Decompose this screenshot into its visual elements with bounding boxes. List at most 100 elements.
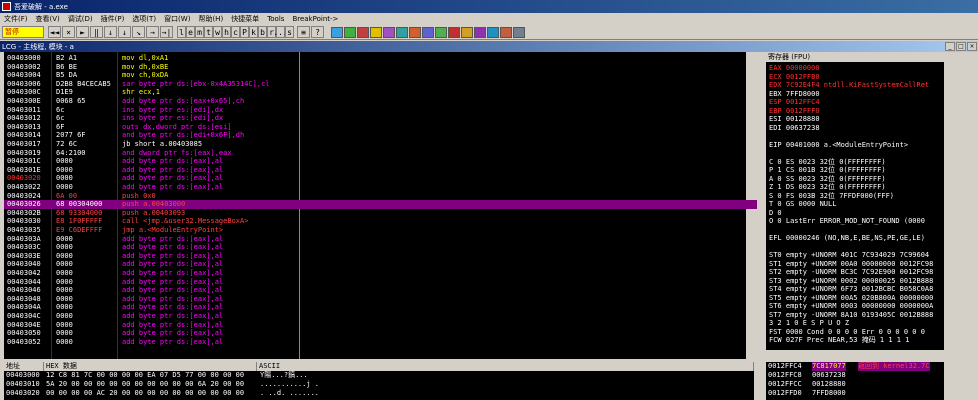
- disasm-row[interactable]: 00403020 0000 add byte ptr ds:[eax],al: [4, 174, 757, 183]
- toolbar-plugin-icon[interactable]: [487, 26, 499, 38]
- toolbar-plugin-icon[interactable]: [383, 26, 395, 38]
- disasm-row[interactable]: 0040303A 0000 add byte ptr ds:[eax],al: [4, 235, 757, 244]
- menu-item[interactable]: 文件(F): [0, 14, 32, 24]
- toolbar-plugin-icon[interactable]: [474, 26, 486, 38]
- toolbar-plugin-icon[interactable]: [448, 26, 460, 38]
- dump-col-ascii[interactable]: ASCII: [257, 362, 754, 371]
- disasm-row[interactable]: 00403052 0000 add byte ptr ds:[eax],al: [4, 338, 757, 347]
- disasm-row[interactable]: 00403026 68 00304000 push a.00403000: [4, 200, 757, 209]
- toolbar-window-button[interactable]: w: [213, 26, 222, 38]
- toolbar-plugin-icon[interactable]: [370, 26, 382, 38]
- disasm-row[interactable]: 00403012 6c ins byte ptr es:[edi],dx: [4, 114, 757, 123]
- disasm-row[interactable]: 00403022 0000 add byte ptr ds:[eax],al: [4, 183, 757, 192]
- disasm-row[interactable]: 00403046 0000 add byte ptr ds:[eax],al: [4, 286, 757, 295]
- disasm-row[interactable]: 0040302B 68 93304000 push a.00403093: [4, 209, 757, 218]
- disasm-row[interactable]: 00403013 6F outs dx,dword ptr ds:[esi]: [4, 123, 757, 132]
- dump-col-address[interactable]: 地址: [4, 362, 44, 371]
- registers-pane[interactable]: 寄存器 (FPU) EAX 00000000 ECX 0012FFB0 EDX 7C…: [766, 52, 944, 359]
- toolbar-window-button[interactable]: l: [177, 26, 186, 38]
- toolbar-window-button[interactable]: c: [231, 26, 240, 38]
- disasm-row[interactable]: 00403011 6c ins byte ptr es:[edi],dx: [4, 106, 757, 115]
- disasm-row[interactable]: 0040304C 0000 add byte ptr ds:[eax],al: [4, 312, 757, 321]
- toolbar-window-button[interactable]: h: [222, 26, 231, 38]
- disasm-row[interactable]: 0040300C D1E9 shr ecx,1: [4, 88, 757, 97]
- disasm-row[interactable]: 00403042 0000 add byte ptr ds:[eax],al: [4, 269, 757, 278]
- toolbar-window-button[interactable]: e: [186, 26, 195, 38]
- stack-row[interactable]: 0012FFC4 7C817077 返回到 kernel32.7C: [766, 362, 944, 371]
- toolbar-plugin-icon[interactable]: [396, 26, 408, 38]
- menu-item[interactable]: 帮助(H): [194, 14, 227, 24]
- menu-item[interactable]: 窗口(W): [160, 14, 194, 24]
- toolbar-nav-button[interactable]: ↓: [104, 26, 117, 38]
- toolbar-plugin-icon[interactable]: [500, 26, 512, 38]
- disasm-row[interactable]: 00403000 B2 A1 mov dl,0xA1: [4, 54, 757, 63]
- toolbar-plugin-icon[interactable]: [513, 26, 525, 38]
- toolbar-window-button[interactable]: b: [258, 26, 267, 38]
- dump-row[interactable]: 00403000 12 C8 81 7C 00 00 00 00 EA 07 D5…: [4, 371, 754, 380]
- toolbar-plugin-icon[interactable]: [357, 26, 369, 38]
- toolbar-plugin-icon[interactable]: [409, 26, 421, 38]
- disasm-row[interactable]: 0040301E 0000 add byte ptr ds:[eax],al: [4, 166, 757, 175]
- stack-row[interactable]: 0012FFCC 00128880: [766, 380, 944, 389]
- menu-item[interactable]: 查看(V): [32, 14, 64, 24]
- stack-pane[interactable]: 0012FFC4 7C817077 返回到 kernel32.7C 0012FFC8 0…: [766, 362, 944, 400]
- toolbar-nav-button[interactable]: ↓: [118, 26, 131, 38]
- disasm-row[interactable]: 0040303E 0000 add byte ptr ds:[eax],al: [4, 252, 757, 261]
- toolbar-window-button[interactable]: P: [240, 26, 249, 38]
- disasm-row[interactable]: 00403014 2077 6F and byte ptr ds:[edi+0x6F…: [4, 131, 757, 140]
- menu-item[interactable]: 选项(T): [128, 14, 160, 24]
- disasm-row[interactable]: 0040301C 0000 add byte ptr ds:[eax],al: [4, 157, 757, 166]
- toolbar-misc-button[interactable]: ?: [311, 26, 324, 38]
- disasm-row[interactable]: 0040304E 0000 add byte ptr ds:[eax],al: [4, 321, 757, 330]
- disasm-row[interactable]: 00403019 64:2100 and dword ptr fs:[eax],ea…: [4, 149, 757, 158]
- disasm-row[interactable]: 00403004 B5 DA mov ch,0xDA: [4, 71, 757, 80]
- disasm-row[interactable]: 00403006 D2B8 B4CECAB5 sar byte ptr ds:[eb…: [4, 80, 757, 89]
- dump-row[interactable]: 00403020 00 00 00 00 AC 20 00 00 00 00 00…: [4, 389, 754, 398]
- menu-item[interactable]: 插件(P): [97, 14, 129, 24]
- toolbar-plugin-icon[interactable]: [435, 26, 447, 38]
- close-icon[interactable]: ×: [967, 42, 977, 51]
- disasm-row[interactable]: 0040303C 0000 add byte ptr ds:[eax],al: [4, 243, 757, 252]
- toolbar-nav-button[interactable]: →|: [160, 26, 173, 38]
- toolbar-plugin-icon[interactable]: [344, 26, 356, 38]
- menu-item[interactable]: BreakPoint->: [288, 15, 342, 23]
- toolbar-nav-button[interactable]: ↘: [132, 26, 145, 38]
- disasm-row[interactable]: 00403030 E8 1F0FFFFF call <jmp.&user32.Mes…: [4, 217, 757, 226]
- menu-item[interactable]: Tools: [263, 15, 288, 23]
- menu-item[interactable]: 调试(D): [64, 14, 97, 24]
- disasm-row[interactable]: 00403035 E9 C6DEFFFF jmp a.<ModuleEntryPoi…: [4, 226, 757, 235]
- maximize-icon[interactable]: □: [956, 42, 966, 51]
- toolbar-plugin-icon[interactable]: [461, 26, 473, 38]
- disasm-row[interactable]: 00403024 6A 00 push 0x0: [4, 192, 757, 201]
- dump-col-hex[interactable]: HEX 数据: [44, 362, 257, 371]
- disasm-row[interactable]: 0040304A 0000 add byte ptr ds:[eax],al: [4, 303, 757, 312]
- toolbar-window-button[interactable]: ...: [273, 26, 288, 38]
- toolbar-plugin-icon[interactable]: [331, 26, 343, 38]
- stack-row[interactable]: 0012FFC8 00637238: [766, 371, 944, 380]
- toolbar-window-button[interactable]: s: [285, 26, 294, 38]
- toolbar-nav-button[interactable]: →: [146, 26, 159, 38]
- disasm-row[interactable]: 00403017 72 6C jb short a.00403085: [4, 140, 757, 149]
- disasm-row[interactable]: 00403040 0000 add byte ptr ds:[eax],al: [4, 260, 757, 269]
- toolbar-nav-button[interactable]: ×: [62, 26, 75, 38]
- disasm-row[interactable]: 00403044 0000 add byte ptr ds:[eax],al: [4, 278, 757, 287]
- toolbar-nav-button[interactable]: ◄◄: [48, 26, 61, 38]
- memory-dump-pane[interactable]: 地址 HEX 数据 ASCII 00403000 12 C8 81 7C 00 0…: [4, 362, 754, 400]
- stack-row[interactable]: 0012FFD0 7FFD8000: [766, 389, 944, 398]
- toolbar-window-button[interactable]: m: [195, 26, 204, 38]
- toolbar-misc-button[interactable]: ≡: [297, 26, 310, 38]
- disasm-row[interactable]: 00403048 0000 add byte ptr ds:[eax],al: [4, 295, 757, 304]
- toolbar-nav-button[interactable]: ►: [76, 26, 89, 38]
- toolbar-plugin-icon[interactable]: [422, 26, 434, 38]
- disasm-row[interactable]: 0040300E 0068 65 add byte ptr ds:[eax+0x65…: [4, 97, 757, 106]
- toolbar-window-button[interactable]: t: [204, 26, 213, 38]
- disassembly-pane[interactable]: 00403000 B2 A1 mov dl,0xA1 00403002 B6 BE mov…: [4, 52, 757, 359]
- menu-item[interactable]: 快捷菜单: [227, 14, 263, 24]
- disasm-row[interactable]: 00403050 0000 add byte ptr ds:[eax],al: [4, 329, 757, 338]
- registers-scrollbar[interactable]: [766, 350, 944, 359]
- minimize-icon[interactable]: _: [945, 42, 955, 51]
- dump-row[interactable]: 00403010 5A 20 00 00 00 00 00 00 00 00 00…: [4, 380, 754, 389]
- toolbar-nav-button[interactable]: ‖: [90, 26, 103, 38]
- disasm-row[interactable]: 00403002 B6 BE mov dh,0xBE: [4, 63, 757, 72]
- toolbar-window-button[interactable]: k: [249, 26, 258, 38]
